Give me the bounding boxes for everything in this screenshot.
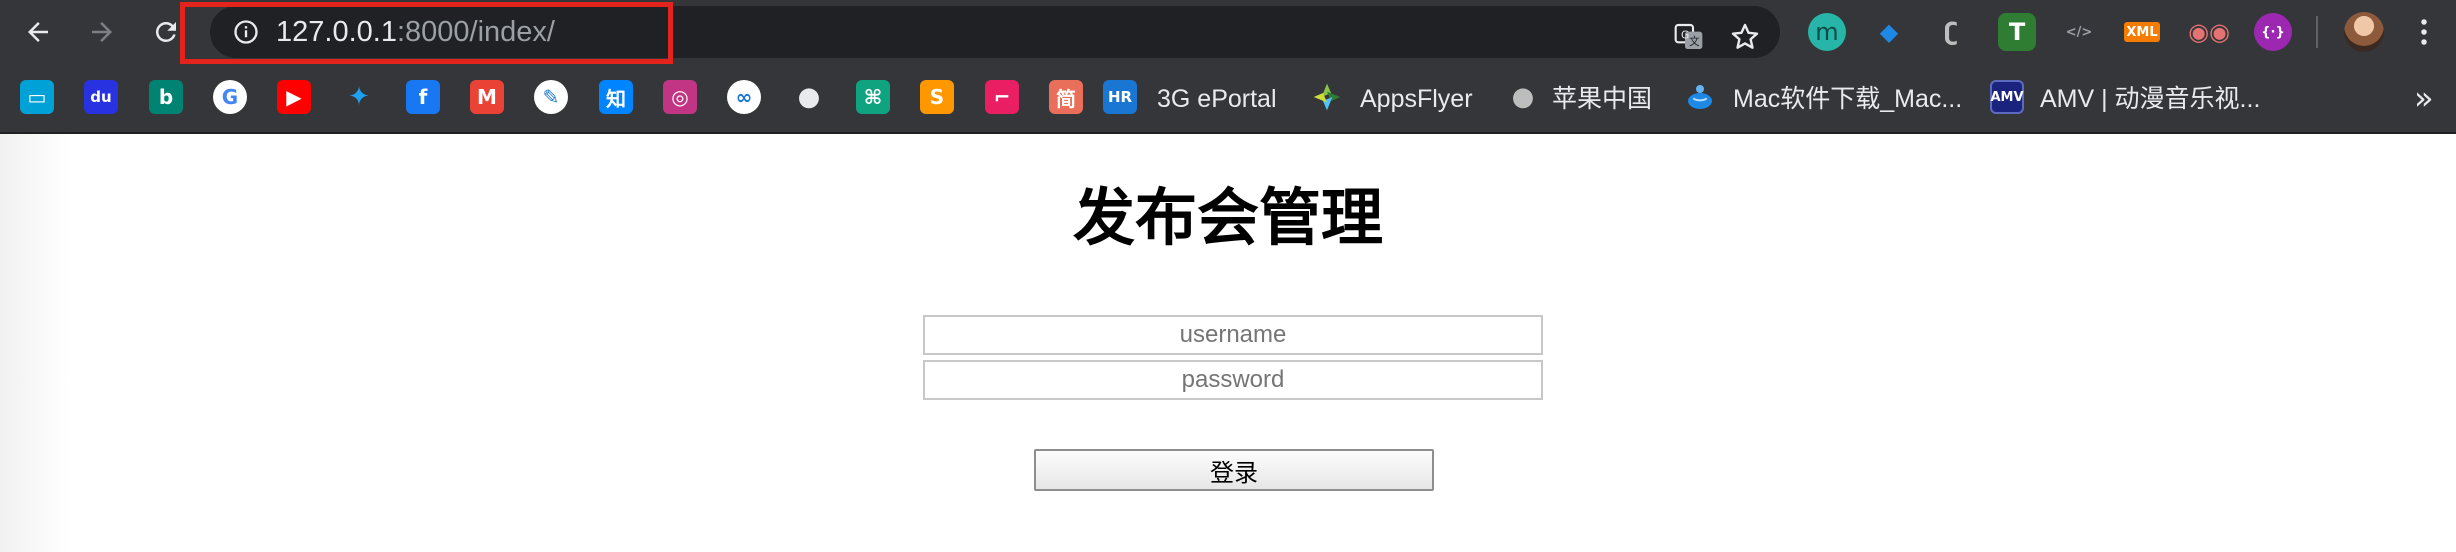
bookmark-3g-eportal[interactable]: 3G ePortal bbox=[1157, 64, 1277, 134]
bookmark-amv[interactable]: AMV | 动漫音乐视... bbox=[2040, 64, 2260, 134]
menu-button[interactable] bbox=[2404, 12, 2444, 52]
chatgpt-icon[interactable]: ⌘ bbox=[856, 80, 890, 114]
mac-software-icon bbox=[1683, 80, 1717, 114]
m-extension-icon[interactable]: m bbox=[1808, 13, 1846, 51]
profile-avatar[interactable] bbox=[2344, 12, 2384, 52]
baidu-netdisk-icon[interactable]: ∞ bbox=[727, 80, 761, 114]
gmail-icon[interactable]: M bbox=[470, 80, 504, 114]
bookmarks-overflow-chevron-icon[interactable]: » bbox=[2414, 64, 2434, 134]
instagram-icon[interactable]: ◎ bbox=[663, 80, 697, 114]
github-icon[interactable]: ● bbox=[792, 80, 826, 114]
bookmark-mac-software[interactable]: Mac软件下载_Mac... bbox=[1733, 64, 1962, 134]
apple-icon: ● bbox=[1511, 82, 1535, 112]
bookmark-appsflyer[interactable]: AppsFlyer bbox=[1360, 64, 1473, 134]
page-content: 发布会管理 登录 bbox=[0, 134, 2456, 552]
code-extension-icon[interactable]: </> bbox=[2060, 13, 2098, 51]
url-highlight-annotation bbox=[180, 2, 673, 64]
bookmarks-bar: ▭ du b G ▶ ✦ f M ✎ 知 ◎ ∞ ● ⌘ S ⌐ 简 HR 3G ePortal AppsFly… bbox=[0, 64, 2456, 134]
baidu-icon[interactable]: du bbox=[84, 80, 118, 114]
youtube-icon[interactable]: ▶ bbox=[277, 80, 311, 114]
login-button[interactable]: 登录 bbox=[1034, 449, 1434, 491]
appsflyer-icon bbox=[1310, 80, 1344, 114]
sublime-icon[interactable]: S bbox=[920, 80, 954, 114]
more-vertical-icon bbox=[2421, 19, 2427, 45]
bilibili-icon[interactable]: ▭ bbox=[20, 80, 54, 114]
bookmark-star-icon[interactable] bbox=[1728, 20, 1762, 54]
glasses-extension-icon[interactable]: ◉◉ bbox=[2188, 13, 2230, 51]
password-input[interactable] bbox=[923, 360, 1543, 400]
bing-icon[interactable]: b bbox=[149, 80, 183, 114]
page-title: 发布会管理 bbox=[1072, 181, 1383, 254]
facebook-icon[interactable]: f bbox=[406, 80, 440, 114]
translate-icon[interactable]: G 文 bbox=[1672, 20, 1706, 54]
hr-bookmark-icon: HR bbox=[1103, 80, 1137, 114]
back-button[interactable] bbox=[18, 12, 58, 52]
diamond-extension-icon[interactable]: ◆ bbox=[1870, 13, 1908, 51]
toolbar-divider bbox=[2316, 16, 2318, 48]
svg-text:文: 文 bbox=[1689, 35, 1700, 48]
bracket-icon[interactable]: ⌐ bbox=[985, 80, 1019, 114]
forward-arrow-icon bbox=[92, 22, 112, 42]
hook-extension-icon[interactable]: ʗ bbox=[1932, 13, 1970, 51]
browser-toolbar: 127.0.0.1:8000/index/ G 文 m ◆ ʗ T </> XML ◉◉ {·… bbox=[0, 0, 2456, 64]
xml-extension-icon[interactable]: XML bbox=[2124, 22, 2160, 42]
amv-icon: AMV bbox=[1990, 80, 2024, 114]
bookmark-apple-china[interactable]: 苹果中国 bbox=[1552, 64, 1652, 134]
twitter-icon[interactable]: ✦ bbox=[342, 80, 376, 114]
bird-icon[interactable]: ✎ bbox=[534, 80, 568, 114]
forward-button[interactable] bbox=[82, 12, 122, 52]
google-icon[interactable]: G bbox=[213, 80, 247, 114]
reload-icon bbox=[155, 21, 176, 42]
zhihu-icon[interactable]: 知 bbox=[599, 80, 633, 114]
back-arrow-icon bbox=[28, 22, 48, 42]
username-input[interactable] bbox=[923, 315, 1543, 355]
tampermonkey-icon[interactable]: T bbox=[1998, 13, 2036, 51]
jianshu-icon[interactable]: 简 bbox=[1049, 80, 1083, 114]
purple-extension-icon[interactable]: {·} bbox=[2254, 13, 2292, 51]
